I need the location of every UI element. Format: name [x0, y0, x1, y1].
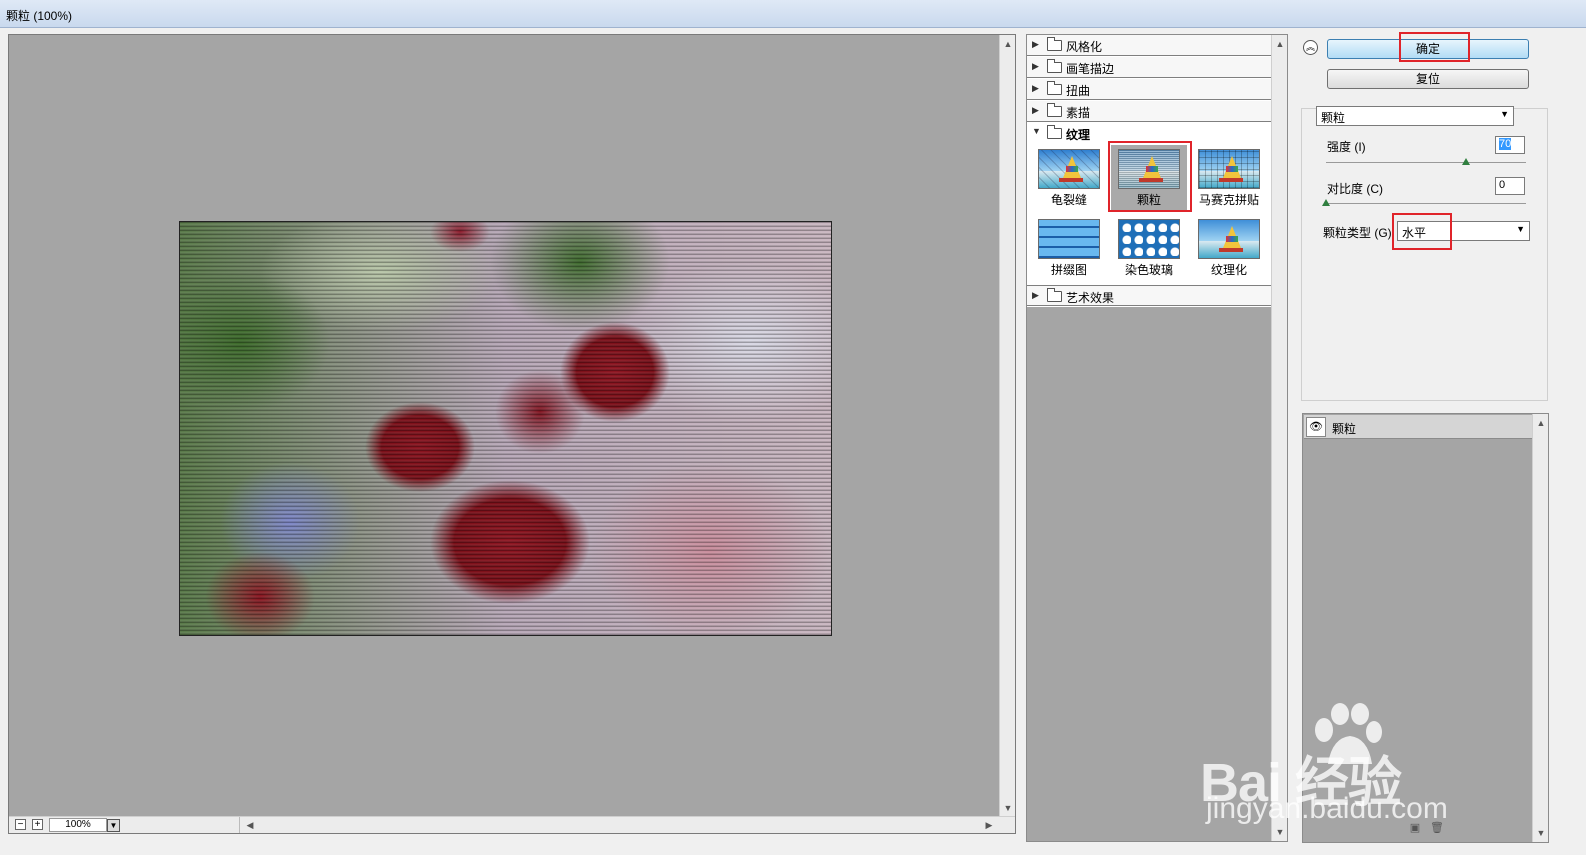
- zoom-out-button[interactable]: −: [15, 819, 26, 830]
- category-artistic[interactable]: ▶ 艺术效果: [1027, 285, 1272, 306]
- thumbnail-image: [1038, 219, 1100, 259]
- scroll-down-arrow-icon[interactable]: ▼: [1000, 801, 1016, 815]
- category-sketch[interactable]: ▶ 素描: [1027, 101, 1272, 122]
- expand-triangle-icon[interactable]: ▶: [1032, 61, 1039, 72]
- intensity-slider-thumb[interactable]: [1462, 158, 1470, 165]
- filter-thumb-craquelure[interactable]: 龟裂缝: [1031, 145, 1107, 211]
- preview-image[interactable]: [179, 221, 832, 636]
- window-title-bar: 颗粒 (100%): [0, 0, 1586, 28]
- filter-thumb-stained-glass[interactable]: 染色玻璃: [1111, 215, 1187, 281]
- folder-icon: [1047, 81, 1062, 95]
- thumbnail-image: [1038, 149, 1100, 189]
- category-label: 画笔描边: [1066, 62, 1115, 76]
- watermark: Bai 经验 jingyan.baidu.com: [1200, 703, 1490, 855]
- watermark-url: jingyan.baidu.com: [1206, 792, 1448, 825]
- highlight-box: [1392, 213, 1452, 250]
- expand-triangle-icon[interactable]: ▶: [1032, 290, 1039, 301]
- folder-icon: [1047, 288, 1062, 302]
- zoom-in-button[interactable]: +: [32, 819, 43, 830]
- highlight-box: [1399, 32, 1470, 62]
- preview-vertical-scrollbar[interactable]: ▲ ▼: [999, 35, 1015, 817]
- thumbnail-image: [1118, 219, 1180, 259]
- thumbnail-label: 马赛克拼贴: [1198, 193, 1259, 207]
- contrast-input[interactable]: 0: [1495, 177, 1525, 195]
- expand-triangle-icon[interactable]: ▶: [1032, 39, 1039, 50]
- reset-button[interactable]: 复位: [1327, 69, 1529, 89]
- filter-category-list: ▶ 风格化 ▶ 画笔描边 ▶ 扭曲 ▶ 素描 ▼ 纹理 龟裂缝 颗粒 马赛克拼贴…: [1027, 35, 1272, 307]
- folder-icon: [1047, 37, 1062, 51]
- scroll-left-arrow-icon[interactable]: ◀: [242, 818, 258, 832]
- effect-layer-row[interactable]: 👁 颗粒: [1304, 415, 1532, 439]
- intensity-value: 70: [1499, 138, 1512, 150]
- filter-gallery-window: ▲ ▼ − + 100% ▼ ◀ ▶ ▶ 风格化 ▶ 画笔描边 ▶ 扭曲 ▶ 素…: [0, 28, 1586, 855]
- category-label: 艺术效果: [1066, 291, 1115, 305]
- category-stylize[interactable]: ▶ 风格化: [1027, 35, 1272, 56]
- effect-layer-name: 颗粒: [1332, 422, 1357, 436]
- zoom-level[interactable]: 100%: [49, 818, 107, 832]
- category-label: 纹理: [1066, 128, 1091, 142]
- category-brush-strokes[interactable]: ▶ 画笔描边: [1027, 57, 1272, 78]
- preview-bottom-bar: − + 100% ▼ ◀ ▶: [9, 816, 1015, 833]
- preview-horizontal-scrollbar[interactable]: ◀ ▶: [239, 817, 999, 833]
- thumbnail-label: 纹理化: [1210, 263, 1247, 277]
- folder-icon: [1047, 59, 1062, 73]
- category-label: 风格化: [1066, 40, 1103, 54]
- thumbnail-image: [1198, 219, 1260, 259]
- filter-select[interactable]: 颗粒 ▼: [1316, 106, 1514, 126]
- scroll-up-arrow-icon[interactable]: ▲: [1533, 416, 1549, 430]
- scroll-up-arrow-icon[interactable]: ▲: [1000, 37, 1016, 51]
- category-distort[interactable]: ▶ 扭曲: [1027, 79, 1272, 100]
- folder-icon: [1047, 103, 1062, 117]
- thumbnail-label: 龟裂缝: [1050, 193, 1087, 207]
- filter-settings-panel: 颗粒 ▼ 强度 (I) 70 对比度 (C) 0 颗粒类型 (G): 水平 ▼: [1301, 106, 1548, 401]
- filter-select-value: 颗粒: [1321, 111, 1346, 125]
- expand-triangle-icon[interactable]: ▶: [1032, 83, 1039, 94]
- eye-icon[interactable]: 👁: [1306, 417, 1326, 437]
- intensity-label: 强度 (I): [1327, 140, 1366, 154]
- folder-open-icon: [1047, 125, 1062, 139]
- scroll-up-arrow-icon[interactable]: ▲: [1272, 37, 1288, 51]
- dropdown-arrow-icon[interactable]: ▼: [1500, 109, 1509, 119]
- contrast-slider-thumb[interactable]: [1322, 199, 1330, 206]
- dropdown-arrow-icon[interactable]: ▼: [1516, 224, 1525, 234]
- intensity-input[interactable]: 70: [1495, 136, 1525, 154]
- filter-thumb-mosaic-tiles[interactable]: 马赛克拼贴: [1191, 145, 1267, 211]
- zoom-dropdown-icon[interactable]: ▼: [107, 819, 120, 832]
- layers-scrollbar[interactable]: ▲ ▼: [1532, 414, 1548, 842]
- thumbnail-label: 拼缀图: [1050, 263, 1087, 277]
- window-title: 颗粒 (100%): [6, 9, 73, 23]
- expand-triangle-icon[interactable]: ▶: [1032, 105, 1039, 116]
- scroll-right-arrow-icon[interactable]: ▶: [981, 818, 997, 832]
- grain-type-label: 颗粒类型 (G):: [1323, 226, 1395, 240]
- thumbnail-label: 染色玻璃: [1124, 263, 1173, 277]
- filter-thumb-texturizer[interactable]: 纹理化: [1191, 215, 1267, 281]
- collapse-triangle-icon[interactable]: ▼: [1032, 126, 1041, 136]
- contrast-label: 对比度 (C): [1327, 182, 1383, 196]
- thumbnail-image: [1198, 149, 1260, 189]
- preview-pane[interactable]: ▲ ▼ − + 100% ▼ ◀ ▶: [8, 34, 1016, 834]
- collapse-gallery-icon[interactable]: ︽: [1303, 40, 1318, 55]
- category-label: 素描: [1066, 106, 1091, 120]
- highlight-box: [1108, 141, 1192, 212]
- intensity-slider-track[interactable]: [1326, 162, 1526, 163]
- category-label: 扭曲: [1066, 84, 1091, 98]
- contrast-slider-track[interactable]: [1326, 203, 1526, 204]
- filter-thumb-patchwork[interactable]: 拼缀图: [1031, 215, 1107, 281]
- scroll-down-arrow-icon[interactable]: ▼: [1533, 826, 1549, 840]
